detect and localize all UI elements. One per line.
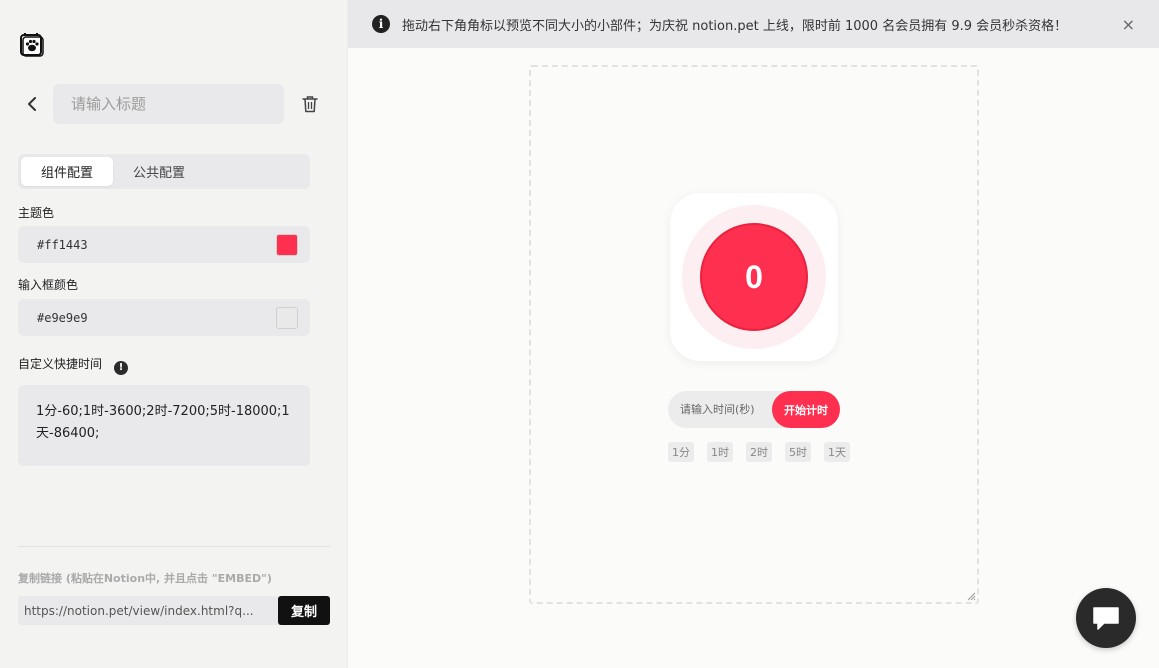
input-color-label: 输入框颜色 xyxy=(18,278,79,292)
chip-1hour[interactable]: 1时 xyxy=(707,442,733,462)
quick-time-chips: 1分 1时 2时 5时 1天 xyxy=(668,442,850,462)
info-icon[interactable]: ! xyxy=(114,360,129,375)
embed-url-field[interactable]: https://notion.pet/view/index.html?q... xyxy=(18,596,278,625)
resize-handle-icon[interactable] xyxy=(967,592,976,601)
banner-text: 拖动右下角角标以预览不同大小的小部件；为庆祝 notion.pet 上线，限时前… xyxy=(402,18,1068,34)
counter-display[interactable]: 0 xyxy=(700,223,808,331)
title-input[interactable] xyxy=(53,84,284,124)
counter-widget-card: 0 xyxy=(670,193,838,361)
theme-color-value: #ff1443 xyxy=(37,237,88,252)
back-chevron-icon[interactable] xyxy=(22,94,42,114)
trash-icon[interactable] xyxy=(299,93,321,115)
notion-pet-logo-icon[interactable] xyxy=(19,32,45,58)
close-icon[interactable]: × xyxy=(1122,15,1135,34)
chip-5hour[interactable]: 5时 xyxy=(785,442,811,462)
quick-time-textarea[interactable]: 1分-60;1时-3600;2时-7200;5时-18000;1天-86400; xyxy=(18,385,310,466)
input-color-field[interactable]: #e9e9e9 xyxy=(18,299,310,336)
announcement-banner: i 拖动右下角角标以预览不同大小的小部件；为庆祝 notion.pet 上线，限… xyxy=(348,0,1159,48)
input-color-value: #e9e9e9 xyxy=(37,310,88,325)
timer-input-row: 开始计时 xyxy=(668,391,840,428)
sidebar: 组件配置 公共配置 主题色 #ff1443 输入框颜色 #e9e9e9 自定义快… xyxy=(0,0,348,668)
theme-color-field[interactable]: #ff1443 xyxy=(18,226,310,263)
divider xyxy=(18,546,330,547)
quick-time-label-row: 自定义快捷时间! xyxy=(18,355,129,375)
seconds-input[interactable] xyxy=(668,391,772,428)
start-timer-button[interactable]: 开始计时 xyxy=(772,391,840,428)
input-color-swatch[interactable] xyxy=(276,306,298,329)
copy-link-hint: 复制链接 (粘贴在Notion中, 并且点击 "EMBED") xyxy=(18,572,272,585)
copy-button[interactable]: 复制 xyxy=(278,596,330,625)
config-tabs: 组件配置 公共配置 xyxy=(18,154,310,189)
quick-time-label: 自定义快捷时间 xyxy=(18,357,103,371)
tab-component-config[interactable]: 组件配置 xyxy=(21,157,114,186)
tab-common-config[interactable]: 公共配置 xyxy=(113,157,205,186)
theme-color-swatch[interactable] xyxy=(276,233,298,256)
chip-1min[interactable]: 1分 xyxy=(668,442,694,462)
chat-icon[interactable] xyxy=(1076,588,1136,648)
theme-color-label: 主题色 xyxy=(18,206,55,220)
chip-1day[interactable]: 1天 xyxy=(824,442,850,462)
info-circle-icon: i xyxy=(372,15,390,33)
chip-2hour[interactable]: 2时 xyxy=(746,442,772,462)
